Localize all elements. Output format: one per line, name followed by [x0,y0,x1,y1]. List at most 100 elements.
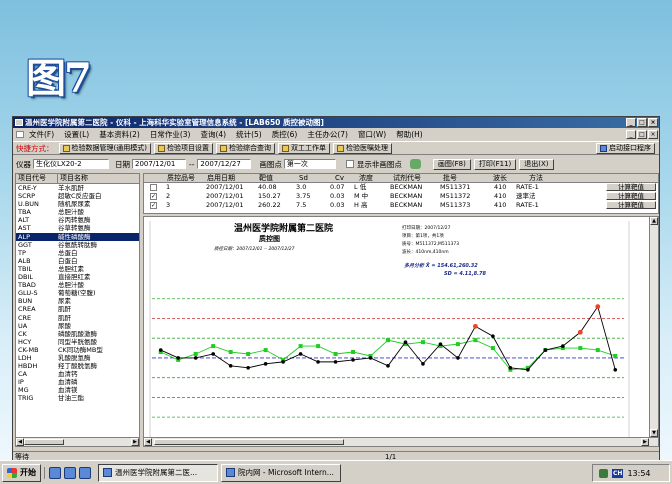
item-row[interactable]: IP 血清磷 [16,378,139,386]
col-level[interactable]: 浓度 [356,174,390,182]
item-setup-button[interactable]: 检验项目设置 [153,142,213,154]
menu-daily[interactable]: 日常作业(3) [150,129,191,140]
item-row[interactable]: ALB 白蛋白 [16,257,139,265]
minimize-button[interactable]: _ [626,118,636,127]
window-titlebar[interactable]: 温州医学院附属第二医院 - 仪科 - 上海科华实验室管理信息系统 - [LAB6… [13,117,659,128]
chart-scroll-thumb[interactable] [154,439,344,445]
network-icon[interactable] [599,468,608,478]
desktop-icon[interactable] [79,466,91,479]
col-item-name[interactable]: 项目名称 [58,174,139,183]
col-item-code[interactable]: 项目代号 [16,174,58,183]
point-select[interactable]: 第一次 [283,159,336,169]
item-row[interactable]: MG 血清镁 [16,386,139,394]
menu-window[interactable]: 窗口(W) [358,129,386,140]
scroll-right-arrow[interactable]: ▶ [131,438,139,446]
col-target[interactable]: 靶值 [256,174,296,182]
task-intranet[interactable]: 院内网 - Microsoft Intern... [221,463,341,482]
ime-indicator[interactable]: CH [612,468,624,478]
scroll-up-arrow[interactable]: ▲ [650,217,658,225]
close-button[interactable]: × [648,118,658,127]
chart-scroll-left[interactable]: ◀ [144,438,152,446]
menu-query[interactable]: 查询(4) [200,129,226,140]
calc-target-button[interactable]: 计算靶值 [606,183,656,191]
col-wavelength[interactable]: 波长 [490,174,526,182]
grid-row[interactable]: ✓ 3 2007/12/01 260.22 7.5 0.03 H 高 BECKMAN M5113… [144,201,658,210]
grid-row[interactable]: 1 2007/12/01 40.08 3.0 0.07 L 低 BECKMAN M511371… [144,183,658,192]
exit-button[interactable]: 退出(X) [519,158,554,170]
col-cv[interactable]: Cv [332,174,356,182]
item-row[interactable]: HBDH 羟丁酸脱氢酶 [16,362,139,370]
col-sd[interactable]: Sd [296,174,332,182]
col-reagent[interactable]: 试剂代号 [390,174,440,182]
items-hscroll[interactable]: ◀ ▶ [16,437,139,446]
item-row[interactable]: TBIL 总胆红素 [16,265,139,273]
maximize-button[interactable]: □ [637,118,647,127]
calc-target-button[interactable]: 计算靶值 [606,201,656,209]
item-row[interactable]: LDH 乳酸脱氢酶 [16,354,139,362]
item-row[interactable]: CK-MB CK同功酶MB型 [16,346,139,354]
scroll-left-arrow[interactable]: ◀ [16,438,24,446]
item-row[interactable]: U.BUN 随机尿尿素 [16,200,139,208]
child-minimize-button[interactable]: _ [626,130,636,139]
task-lab-app[interactable]: 温州医学院附属第二医... [98,463,218,482]
item-row[interactable]: GGT 谷氨酰转肽酶 [16,241,139,249]
menu-help[interactable]: 帮助(H) [396,129,423,140]
item-row[interactable]: HCY 同型半胱氨酸 [16,338,139,346]
col-lot[interactable]: 批号 [440,174,490,182]
item-row[interactable]: SCRP 超敏C反应蛋白 [16,192,139,200]
menu-stats[interactable]: 统计(5) [236,129,262,140]
scroll-down-arrow[interactable]: ▼ [650,429,658,437]
start-button[interactable]: 开始 [2,463,41,482]
item-row[interactable]: AST 谷草转氨酶 [16,224,139,232]
item-row[interactable]: CRE-Y 羊水肌酐 [16,184,139,192]
item-row[interactable]: UA 尿酸 [16,322,139,330]
data-point [438,342,443,346]
grid-row[interactable]: ✓ 2 2007/12/01 150.27 3.75 0.03 M 中 BECKMAN M511… [144,192,658,201]
item-row[interactable]: TP 总蛋白 [16,249,139,257]
query-button[interactable]: 检验综合查询 [215,142,275,154]
col-method[interactable]: 方法 [526,174,566,182]
item-row[interactable]: TBA 总胆汁酸 [16,208,139,216]
item-row[interactable]: ALP 碱性磷酸酶 [16,232,139,241]
item-row[interactable]: CK 磷酸肌酸激酶 [16,330,139,338]
col-qc-no[interactable]: 质控品号 [164,174,204,182]
date-from-field[interactable]: 2007/12/01 [132,159,186,169]
lab-data-button[interactable]: 检验数据管理(通用模式) [58,142,151,154]
plot-button[interactable]: 画图(F8) [432,158,471,170]
worksheet-button[interactable]: 双工工作单 [277,142,330,154]
chart-vscroll[interactable]: ▲ ▼ [649,217,658,437]
outlook-icon[interactable] [64,466,76,479]
menu-file[interactable]: 文件(F) [29,129,54,140]
row-checkbox[interactable] [150,184,157,191]
menu-qc[interactable]: 质控(6) [272,129,298,140]
row-checkbox[interactable]: ✓ [150,193,157,200]
item-row[interactable]: GLU-S 葡萄糖(空腹) [16,289,139,297]
start-interface-button[interactable]: 启动接口程序 [596,142,655,154]
child-restore-button[interactable]: □ [637,130,647,139]
chart-scroll-right[interactable]: ▶ [641,438,649,446]
item-row[interactable]: CA 血清钙 [16,370,139,378]
calc-target-button[interactable]: 计算靶值 [606,192,656,200]
item-row[interactable]: CREA 肌酐 [16,305,139,313]
print-button[interactable]: 打印(F11) [473,158,517,170]
row-checkbox[interactable]: ✓ [150,202,157,209]
menu-basic-data[interactable]: 基本资料(2) [99,129,140,140]
orders-button[interactable]: 检验医嘱处理 [332,142,392,154]
item-row[interactable]: TBAD 总胆汁酸 [16,281,139,289]
menu-director[interactable]: 主任办公(7) [307,129,348,140]
item-row[interactable]: BUN 尿素 [16,297,139,305]
chart-hscroll[interactable]: ◀ ▶ [144,437,658,446]
scroll-thumb[interactable] [24,439,64,445]
col-start-date[interactable]: 启用日期 [204,174,256,182]
item-row[interactable]: TRIG 甘油三酯 [16,394,139,402]
item-row[interactable]: DBIL 直接胆红素 [16,273,139,281]
show-nonplot-checkbox[interactable] [345,160,354,168]
instrument-select[interactable]: 生化仪LX20-2 [33,159,109,169]
ie-icon[interactable] [49,466,61,479]
child-close-button[interactable]: × [648,130,658,139]
printer-icon[interactable] [409,159,421,169]
menu-settings[interactable]: 设置(L) [64,129,89,140]
item-row[interactable]: ALT 谷丙转氨酶 [16,216,139,224]
date-to-field[interactable]: 2007/12/27 [197,159,252,169]
item-row[interactable]: CRE 肌酐 [16,314,139,322]
